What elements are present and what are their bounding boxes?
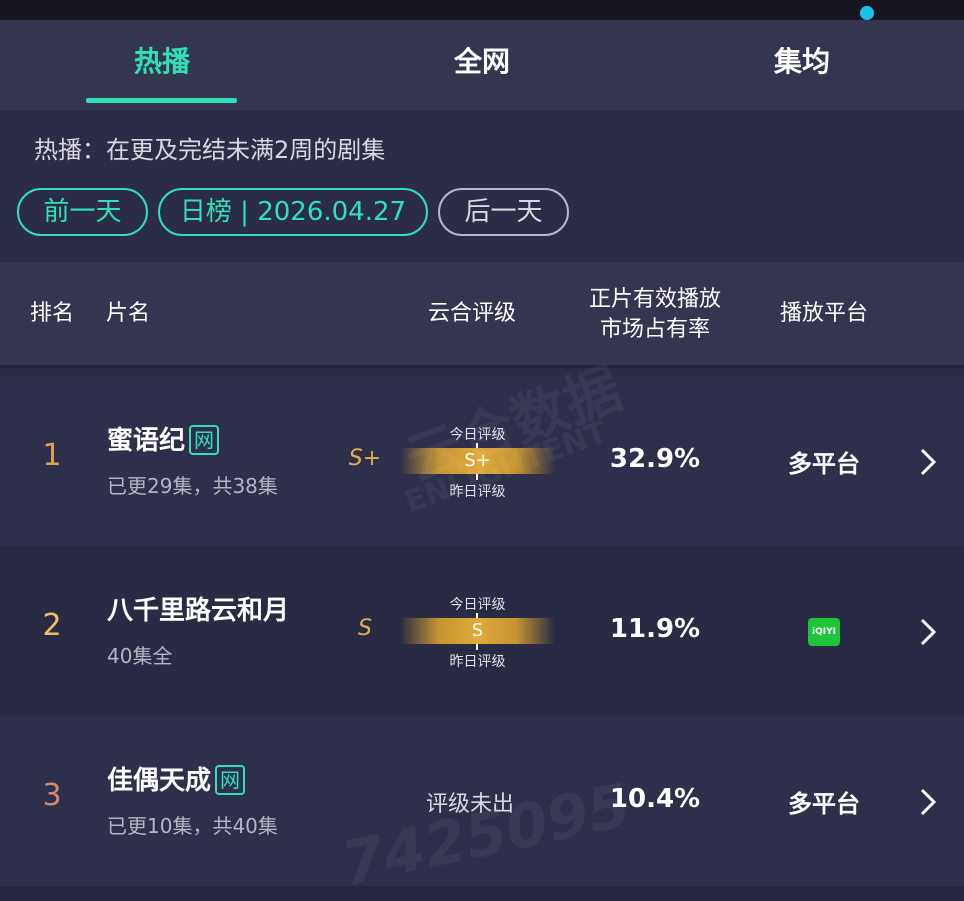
yesterday-grade-label: 昨日评级 <box>449 654 506 670</box>
tab-all-network[interactable]: 全网 <box>382 20 582 110</box>
web-drama-badge: 网 <box>189 425 220 455</box>
tab-hot[interactable]: 热播 <box>62 20 262 110</box>
grade-bar-value: S+ <box>464 450 491 471</box>
drama-title: 蜜语纪网 <box>107 420 220 457</box>
market-share: 11.9% <box>609 614 701 644</box>
iqiyi-logo-icon: iQIYI <box>808 618 840 646</box>
drama-title-text: 八千里路云和月 <box>107 596 290 626</box>
notification-dot <box>860 6 874 20</box>
next-day-button[interactable]: 后一天 <box>438 188 569 236</box>
tab-active-indicator <box>86 98 237 103</box>
grade-bar: S+ <box>400 448 555 474</box>
grade-bar-value: S <box>471 620 484 641</box>
tab-per-episode[interactable]: 集均 <box>702 20 902 110</box>
platform-label: 多平台 <box>788 790 860 818</box>
subheader: 热播：在更及完结未满2周的剧集 前一天 日榜 | 2026.04.27 后一天 <box>0 110 964 262</box>
today-grade-label: 今日评级 <box>449 597 506 613</box>
grade-indicator: 今日评级 S 昨日评级 <box>400 594 555 674</box>
date-selector[interactable]: 日榜 | 2026.04.27 <box>158 188 428 236</box>
category-description: 热播：在更及完结未满2周的剧集 <box>34 136 386 164</box>
rank-number: 3 <box>42 778 62 813</box>
grade-letter: S <box>358 616 372 641</box>
yesterday-grade-label: 昨日评级 <box>449 484 506 500</box>
table-row[interactable]: 2 八千里路云和月 40集全 S 今日评级 S 昨日评级 11.9% iQIYI <box>0 546 964 716</box>
rank-number: 2 <box>42 608 62 643</box>
prev-day-button[interactable]: 前一天 <box>17 188 148 236</box>
drama-title: 八千里路云和月 <box>107 590 289 627</box>
yesterday-grade-tick <box>476 474 478 480</box>
chevron-right-icon[interactable] <box>914 616 942 648</box>
grade-bar: S <box>400 618 555 644</box>
header-grade: 云合评级 <box>427 301 516 326</box>
market-share: 10.4% <box>609 784 701 814</box>
table-row[interactable]: 1 蜜语纪网 已更29集，共38集 S+ 今日评级 S+ 昨日评级 32.9% … <box>0 376 964 546</box>
grade-letter: S+ <box>348 446 382 471</box>
platform-label: 多平台 <box>788 450 860 478</box>
header-platform: 播放平台 <box>779 301 868 326</box>
drama-title-text: 佳偶天成 <box>107 766 212 796</box>
rank-number: 1 <box>42 438 62 473</box>
chevron-right-icon[interactable] <box>914 786 942 818</box>
yesterday-grade-tick <box>476 644 478 650</box>
episode-status: 40集全 <box>107 644 173 668</box>
episode-status: 已更10集，共40集 <box>107 814 278 838</box>
table-header: 排名 片名 云合评级 正片有效播放 市场占有率 播放平台 <box>0 262 964 368</box>
grade-pending: 评级未出 <box>425 792 514 817</box>
tab-bar: 热播 全网 集均 <box>0 20 964 110</box>
drama-title: 佳偶天成网 <box>107 760 246 797</box>
grade-indicator: 今日评级 S+ 昨日评级 <box>400 424 555 504</box>
header-share-line2: 市场占有率 <box>599 317 710 342</box>
web-drama-badge: 网 <box>215 765 246 795</box>
episode-status: 已更29集，共38集 <box>107 474 278 498</box>
header-share-line1: 正片有效播放 <box>588 287 721 312</box>
header-rank: 排名 <box>29 301 74 326</box>
chevron-right-icon[interactable] <box>914 446 942 478</box>
next-row-peek <box>0 886 964 901</box>
header-title: 片名 <box>106 301 151 326</box>
status-bar <box>0 0 964 20</box>
today-grade-label: 今日评级 <box>449 427 506 443</box>
drama-title-text: 蜜语纪 <box>107 426 186 456</box>
market-share: 32.9% <box>609 444 701 474</box>
table-row[interactable]: 3 佳偶天成网 已更10集，共40集 评级未出 10.4% 多平台 <box>0 716 964 886</box>
